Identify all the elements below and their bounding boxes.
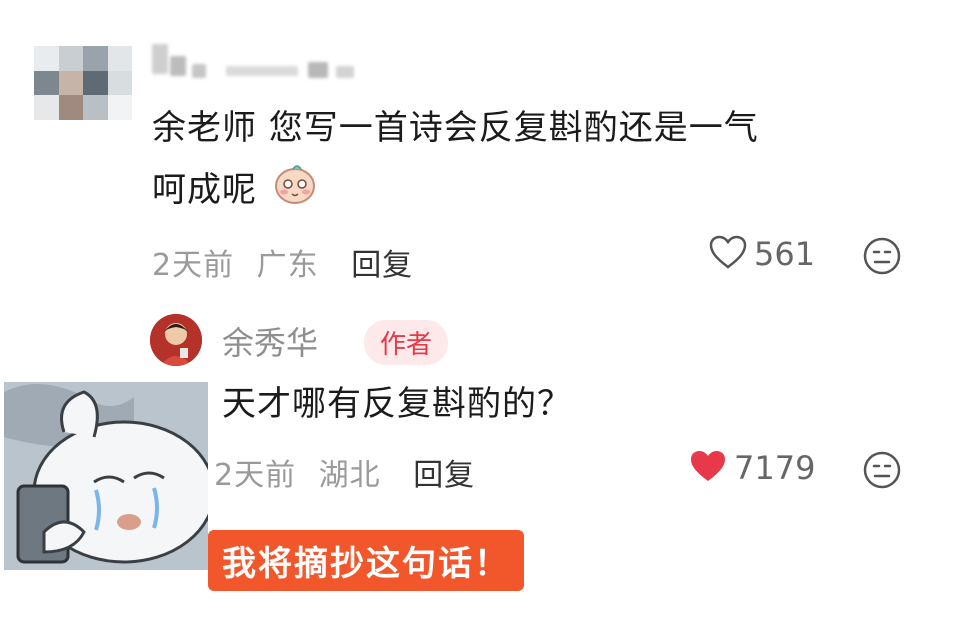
neutral-face-icon <box>862 237 902 280</box>
author-badge: 作者 <box>364 320 449 365</box>
author-avatar[interactable] <box>150 314 202 366</box>
reply-location: 湖北 <box>318 458 381 493</box>
comment-meta: 2天前 广东 回复 <box>152 240 413 284</box>
reply-like-button[interactable]: 7179 <box>688 448 815 488</box>
reply-react-emoji-button[interactable] <box>862 450 902 494</box>
comment-location: 广东 <box>256 248 319 283</box>
reply-meta: 2天前 湖北 回复 <box>214 450 475 494</box>
comment-like-count: 561 <box>754 235 816 273</box>
comment-react-emoji-button[interactable] <box>862 236 902 280</box>
comment-reply-button[interactable]: 回复 <box>351 248 413 283</box>
comment-text-line-2-text: 呵成呢 <box>152 170 257 210</box>
reply-like-count: 7179 <box>734 449 816 487</box>
comment-text-line-2: 呵成呢 <box>152 162 317 221</box>
comment-text-line-1: 余老师 您写一首诗会反复斟酌还是一气 <box>152 108 759 148</box>
commenter-avatar[interactable] <box>34 46 132 120</box>
author-name[interactable]: 余秀华 <box>222 318 318 364</box>
reply-reply-button[interactable]: 回复 <box>413 458 475 493</box>
comment-time: 2天前 <box>152 248 235 283</box>
reply-time: 2天前 <box>214 458 297 493</box>
heart-outline-icon <box>708 234 748 274</box>
sticker-caption: 我将摘抄这句话！ <box>208 530 524 591</box>
heart-filled-icon <box>688 448 728 488</box>
comment-like-button[interactable]: 561 <box>708 234 815 274</box>
reply-text: 天才哪有反复斟酌的？ <box>222 384 572 424</box>
crying-dog-sticker-image <box>4 382 208 570</box>
shy-face-emoji-icon <box>273 162 317 221</box>
commenter-name-redacted <box>150 42 370 82</box>
neutral-face-icon <box>862 451 902 494</box>
